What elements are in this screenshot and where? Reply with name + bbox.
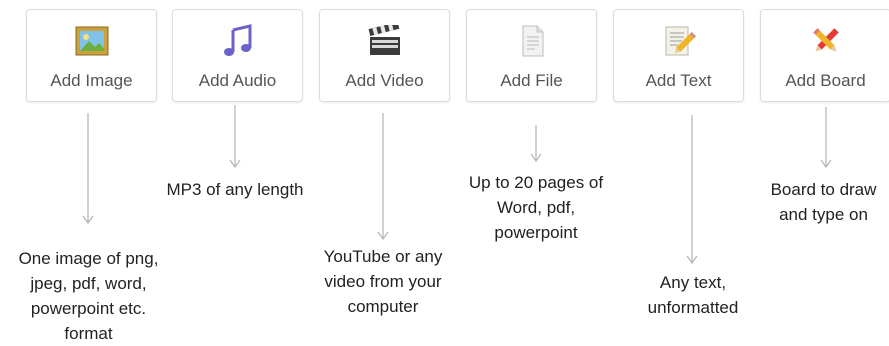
description-line: One image of png, (18, 249, 159, 268)
add-image-button[interactable]: Add Image (26, 9, 157, 102)
arrow-down-icon (82, 113, 94, 225)
description-line: YouTube or any (323, 247, 443, 266)
add-video-description: YouTube or any video from your computer (300, 244, 466, 319)
pencil-paper-icon (662, 24, 696, 58)
add-board-label: Add Board (785, 71, 866, 90)
clapperboard-icon (368, 24, 402, 58)
add-image-description: One image of png, jpeg, pdf, word, power… (0, 246, 177, 346)
arrow-down-icon (530, 125, 542, 163)
description-line: jpeg, pdf, word, (30, 274, 147, 293)
description-line: Word, pdf, (496, 198, 576, 217)
description-line: unformatted (647, 298, 739, 317)
description-line: video from your (324, 272, 442, 291)
add-video-label: Add Video (345, 71, 424, 90)
add-text-button[interactable]: Add Text (613, 9, 744, 102)
add-audio-button[interactable]: Add Audio (172, 9, 303, 102)
description-line: Up to 20 pages of (468, 173, 604, 192)
description-line: MP3 of any length (166, 180, 304, 199)
add-video-button[interactable]: Add Video (319, 9, 450, 102)
image-icon (75, 24, 109, 58)
description-line: powerpoint etc. (30, 299, 147, 318)
pencil-crossed-icon (809, 24, 843, 58)
music-note-icon (221, 24, 255, 58)
description-line: computer (347, 297, 419, 316)
arrow-down-icon (377, 113, 389, 241)
add-text-label: Add Text (645, 71, 712, 90)
add-audio-description: MP3 of any length (145, 177, 325, 202)
description-line: and type on (779, 205, 868, 224)
add-file-button[interactable]: Add File (466, 9, 597, 102)
add-board-description: Board to draw and type on (758, 177, 889, 227)
description-line: format (64, 324, 113, 343)
add-audio-label: Add Audio (198, 71, 277, 90)
document-icon (515, 24, 549, 58)
add-image-label: Add Image (50, 71, 133, 90)
arrow-down-icon (229, 105, 241, 169)
add-file-label: Add File (500, 71, 563, 90)
add-file-description: Up to 20 pages of Word, pdf, powerpoint (450, 170, 622, 245)
arrow-down-icon (820, 107, 832, 169)
add-text-description: Any text, unformatted (620, 270, 766, 320)
description-line: Board to draw (770, 180, 877, 199)
description-line: Any text, (659, 273, 727, 292)
add-board-button[interactable]: Add Board (760, 9, 889, 102)
description-line: powerpoint (494, 223, 578, 242)
arrow-down-icon (686, 115, 698, 265)
